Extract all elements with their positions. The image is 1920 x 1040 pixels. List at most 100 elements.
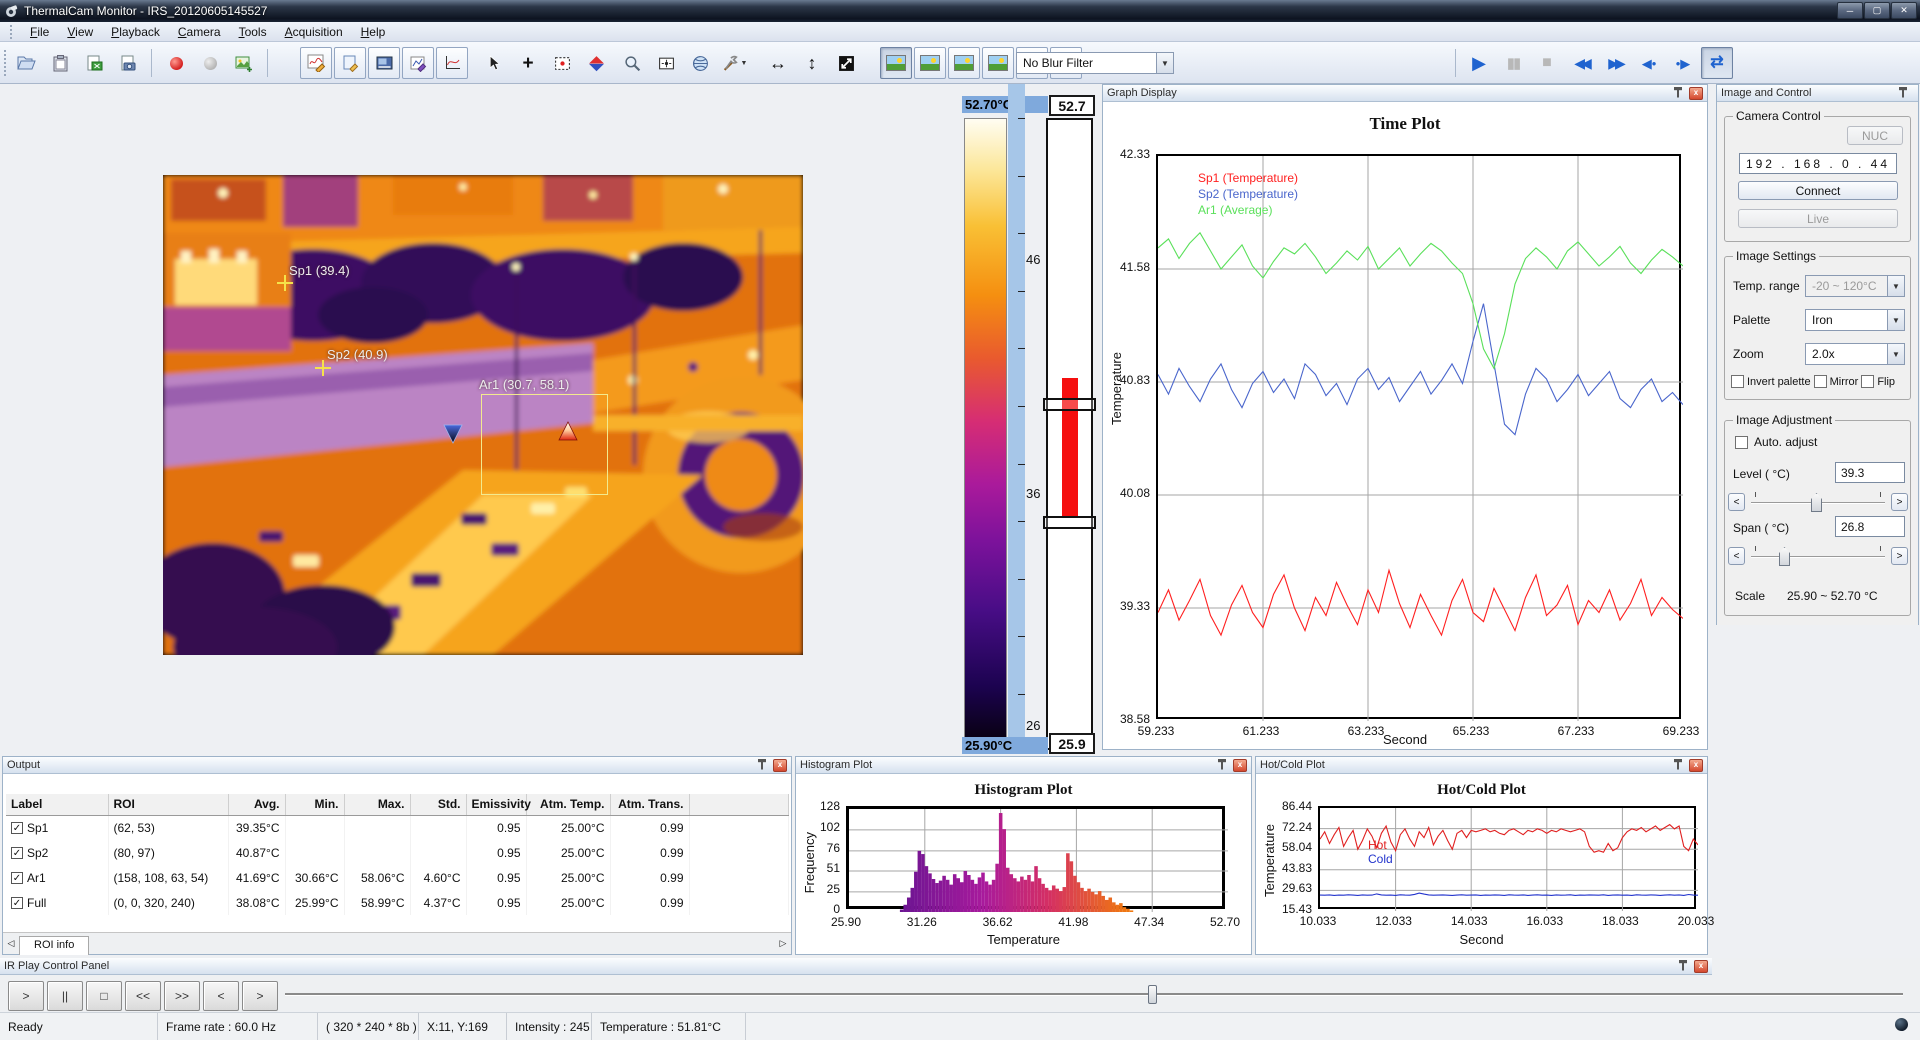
snapshot-icon[interactable] xyxy=(228,47,260,79)
scale-upper-handle[interactable] xyxy=(1043,398,1096,411)
ir-step-back-button[interactable]: < xyxy=(203,981,239,1011)
row-checkbox[interactable]: ✓ xyxy=(11,897,23,909)
ir-step-forward-button[interactable]: > xyxy=(242,981,278,1011)
close-icon[interactable]: x xyxy=(1689,87,1703,100)
graph-edit-icon[interactable] xyxy=(300,47,332,79)
pin-icon[interactable] xyxy=(1673,87,1683,99)
column-header-atm-temp-[interactable]: Atm. Temp. xyxy=(526,794,610,815)
menu-item-view[interactable]: View xyxy=(58,23,102,41)
zoom-combo[interactable]: 2.0x▼ xyxy=(1805,343,1905,365)
column-header-avg-[interactable]: Avg. xyxy=(228,794,285,815)
scale-lower-handle[interactable] xyxy=(1043,516,1096,529)
zoom-area-icon[interactable] xyxy=(650,47,682,79)
ir-play-button[interactable]: > xyxy=(8,981,44,1011)
span-slider[interactable] xyxy=(1751,556,1885,558)
fast-forward-icon[interactable]: ▶▶ xyxy=(1599,47,1631,79)
curve-axis-icon[interactable] xyxy=(436,47,468,79)
column-header-std-[interactable]: Std. xyxy=(410,794,466,815)
menu-item-acquisition[interactable]: Acquisition xyxy=(276,23,352,41)
level-input[interactable]: 39.3 xyxy=(1835,462,1905,483)
view-3-icon[interactable] xyxy=(948,47,980,79)
select-cursor-icon[interactable] xyxy=(478,47,510,79)
flip-checkbox[interactable] xyxy=(1861,375,1874,388)
ir-rewind-button[interactable]: << xyxy=(125,981,161,1011)
live-button[interactable]: Live xyxy=(1738,209,1898,228)
connect-button[interactable]: Connect xyxy=(1738,181,1898,200)
add-spot-icon[interactable]: + xyxy=(512,47,544,79)
close-icon[interactable]: x xyxy=(773,759,787,772)
pin-icon[interactable] xyxy=(1678,960,1688,972)
scale-min-input[interactable]: 25.9 xyxy=(1049,733,1095,754)
rewind-icon[interactable]: ◀◀ xyxy=(1565,47,1597,79)
zoom-icon[interactable] xyxy=(616,47,648,79)
table-row-full[interactable]: ✓Full(0, 0, 320, 240)38.08°C25.99°C58.99… xyxy=(6,890,788,915)
column-header-min-[interactable]: Min. xyxy=(285,794,344,815)
view-2-icon[interactable] xyxy=(914,47,946,79)
column-header-atm-trans-[interactable]: Atm. Trans. xyxy=(610,794,689,815)
level-slider-thumb[interactable] xyxy=(1811,493,1822,512)
level-slider[interactable] xyxy=(1751,502,1885,504)
tab-roi-info[interactable]: ROI info xyxy=(19,936,89,955)
span-decrement-button[interactable]: < xyxy=(1728,547,1745,565)
thermal-image[interactable]: Sp1 (39.4) Sp2 (40.9) Ar1 (30.7, 58.1) xyxy=(163,175,803,655)
temp-range-combo[interactable]: -20 ~ 120°C▼ xyxy=(1805,275,1905,297)
level-decrement-button[interactable]: < xyxy=(1728,493,1745,511)
close-icon[interactable]: x xyxy=(1694,960,1708,973)
maximize-button[interactable]: ▢ xyxy=(1864,2,1890,19)
span-slider-thumb[interactable] xyxy=(1779,547,1790,566)
tab-scroll-right-icon[interactable]: ▷ xyxy=(775,938,791,949)
fit-screen-icon[interactable] xyxy=(830,47,862,79)
table-row-ar1[interactable]: ✓Ar1(158, 108, 63, 54)41.69°C30.66°C58.0… xyxy=(6,865,788,890)
sp1-crosshair[interactable] xyxy=(277,275,293,291)
ar1-area-rect[interactable] xyxy=(481,394,608,495)
blur-filter-combo[interactable]: No Blur Filter▼ xyxy=(1016,52,1174,74)
column-header-emissivity[interactable]: Emissivity xyxy=(466,794,526,815)
ir-stop-button[interactable]: □ xyxy=(86,981,122,1011)
tools-icon[interactable]: ▼ xyxy=(718,47,750,79)
clipboard-icon[interactable] xyxy=(44,47,76,79)
page-edit-icon[interactable] xyxy=(334,47,366,79)
row-checkbox[interactable]: ✓ xyxy=(11,822,23,834)
fit-height-icon[interactable]: ↕ xyxy=(796,47,828,79)
seek-slider-track[interactable] xyxy=(285,993,1903,996)
fit-width-icon[interactable]: ↔ xyxy=(762,47,794,79)
menu-item-file[interactable]: File xyxy=(21,23,58,41)
mirror-checkbox[interactable] xyxy=(1814,375,1827,388)
span-increment-button[interactable]: > xyxy=(1891,547,1908,565)
pin-icon[interactable] xyxy=(1217,759,1227,771)
pan-globe-icon[interactable] xyxy=(684,47,716,79)
pin-icon[interactable] xyxy=(1673,759,1683,771)
add-area-icon[interactable] xyxy=(546,47,578,79)
close-button[interactable]: ✕ xyxy=(1891,2,1917,19)
scale-max-input[interactable]: 52.7 xyxy=(1049,95,1095,116)
table-row-sp2[interactable]: ✓Sp2(80, 97)40.87°C0.9525.00°C0.99 xyxy=(6,840,788,865)
row-checkbox[interactable]: ✓ xyxy=(11,847,23,859)
play-icon[interactable]: ▶ xyxy=(1463,47,1495,79)
menu-item-help[interactable]: Help xyxy=(352,23,395,41)
tab-scroll-left-icon[interactable]: ◁ xyxy=(3,938,19,949)
step-back-icon[interactable]: ◀• xyxy=(1633,47,1665,79)
view-1-icon[interactable] xyxy=(880,47,912,79)
loop-icon[interactable]: ⇄ xyxy=(1701,47,1733,79)
ip-address-field[interactable]: 192 . 168 . 0 . 44 xyxy=(1739,153,1897,174)
column-header-spacer[interactable] xyxy=(689,794,788,815)
pen-chart-icon[interactable] xyxy=(402,47,434,79)
column-header-roi[interactable]: ROI xyxy=(108,794,228,815)
nuc-button[interactable]: NUC xyxy=(1847,126,1903,145)
close-icon[interactable]: x xyxy=(1689,759,1703,772)
invert-palette-checkbox[interactable] xyxy=(1731,375,1744,388)
pin-icon[interactable] xyxy=(1898,87,1908,99)
menu-item-tools[interactable]: Tools xyxy=(230,23,276,41)
record-icon[interactable] xyxy=(160,47,192,79)
open-folder-icon[interactable] xyxy=(10,47,42,79)
menu-item-camera[interactable]: Camera xyxy=(169,23,230,41)
stop-icon[interactable]: ■ xyxy=(1531,47,1563,79)
column-header-label[interactable]: Label xyxy=(6,794,108,815)
view-4-icon[interactable] xyxy=(982,47,1014,79)
column-header-max-[interactable]: Max. xyxy=(344,794,410,815)
delete-roi-icon[interactable] xyxy=(580,47,612,79)
minimize-button[interactable]: ─ xyxy=(1837,2,1863,19)
level-increment-button[interactable]: > xyxy=(1891,493,1908,511)
export-report-icon[interactable] xyxy=(78,47,110,79)
ir-fast-forward-button[interactable]: >> xyxy=(164,981,200,1011)
